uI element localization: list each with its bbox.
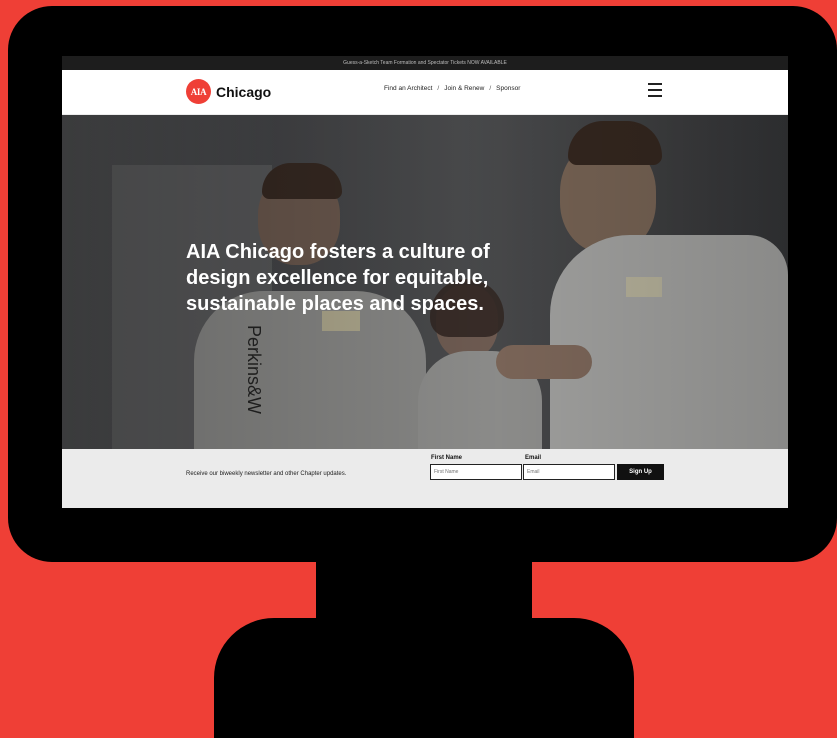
site-logo[interactable]: AIA Chicago <box>186 79 271 104</box>
monitor-stand-neck <box>316 555 532 625</box>
hero-banner: Perkins&W AIA Chicago fosters a culture … <box>62 115 788 449</box>
shirt-print-text: Perkins&W <box>244 325 264 415</box>
email-input[interactable] <box>523 464 615 480</box>
announcement-bar[interactable]: Guess-a-Sketch Team Formation and Specta… <box>62 56 788 70</box>
aia-logo-icon: AIA <box>186 79 211 104</box>
monitor-stand-base <box>214 618 634 738</box>
first-name-label: First Name <box>431 455 463 461</box>
site-header: AIA Chicago Find an Architect / Join & Ren… <box>62 70 788 115</box>
nav-link-sponsor[interactable]: Sponsor <box>496 85 520 92</box>
nav-separator: / <box>437 85 440 92</box>
sign-up-button[interactable]: Sign Up <box>617 464 664 480</box>
nav-link-join-renew[interactable]: Join & Renew <box>444 85 484 92</box>
hamburger-menu-icon[interactable] <box>648 83 662 97</box>
announcement-text[interactable]: Guess-a-Sketch Team Formation and Specta… <box>343 60 507 66</box>
newsletter-signup: Receive our biweekly newsletter and othe… <box>62 449 788 508</box>
first-name-input[interactable] <box>430 464 522 480</box>
main-nav: Find an Architect / Join & Renew / Sponsor <box>384 85 520 92</box>
nav-link-find-architect[interactable]: Find an Architect <box>384 85 432 92</box>
hero-headline: AIA Chicago fosters a culture of design … <box>186 241 490 315</box>
newsletter-prompt: Receive our biweekly newsletter and othe… <box>186 471 347 477</box>
nav-separator: / <box>489 85 492 92</box>
browser-screen: Guess-a-Sketch Team Formation and Specta… <box>62 56 788 508</box>
email-label: Email <box>525 455 542 461</box>
logo-text: Chicago <box>216 83 272 100</box>
